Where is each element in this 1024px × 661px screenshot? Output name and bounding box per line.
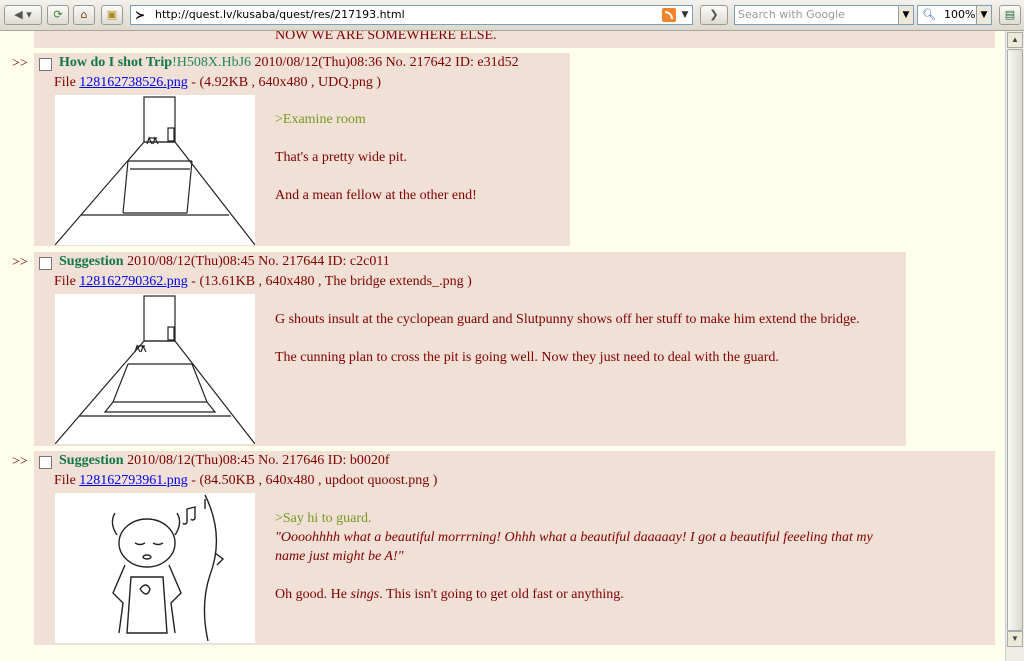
file-link[interactable]: 128162738526.png	[79, 75, 188, 90]
url-dropdown-icon[interactable]: ▼	[678, 6, 692, 24]
reply-arrows: >>	[12, 255, 28, 270]
search-placeholder: Search with Google	[738, 8, 845, 21]
post-217644: Suggestion 2010/08/12(Thu)08:45 No. 2176…	[34, 252, 906, 446]
post-header: Suggestion 2010/08/12(Thu)08:45 No. 2176…	[59, 453, 390, 469]
page-content: NOW WE ARE SOMEWHERE ELSE. >> How do I s…	[0, 31, 1005, 661]
post-body: G shouts insult at the cyclopean guard a…	[275, 310, 900, 367]
search-engine-dropdown-icon[interactable]: ▼	[898, 6, 913, 24]
file-link[interactable]: 128162790362.png	[79, 274, 188, 289]
file-prefix: File	[54, 75, 76, 90]
zoom-level: 100%	[944, 8, 976, 21]
file-info-line: File 128162793961.png - (84.50KB , 640x4…	[54, 473, 437, 489]
body-text: Oh good. He	[275, 587, 351, 602]
body-line: That's a pretty wide pit.	[275, 150, 407, 165]
post-217642: How do I shot Trip!H508X.HbJ6 2010/08/12…	[34, 53, 570, 246]
poster-name: Suggestion	[59, 453, 124, 468]
body-text: . This isn't going to get old fast or an…	[379, 587, 624, 602]
zoom-dropdown-icon[interactable]: ▼	[976, 6, 991, 24]
body-line: G shouts insult at the cyclopean guard a…	[275, 312, 860, 327]
poster-name: Suggestion	[59, 254, 124, 269]
post-meta: 2010/08/12(Thu)08:45 No. 217646 ID: b002…	[127, 453, 390, 468]
previous-post-text: NOW WE ARE SOMEWHERE ELSE.	[275, 31, 497, 43]
url-bar[interactable]: ≻ http://quest.lv/kusaba/quest/res/21719…	[130, 5, 693, 25]
lock-button[interactable]: ▣	[101, 5, 123, 25]
scrollbar-thumb[interactable]	[1007, 49, 1023, 631]
file-info: - (13.61KB , 640x480 , The bridge extend…	[191, 274, 472, 289]
post-header: Suggestion 2010/08/12(Thu)08:45 No. 2176…	[59, 254, 390, 270]
url-text: http://quest.lv/kusaba/quest/res/217193.…	[155, 8, 405, 21]
file-info-line: File 128162738526.png - (4.92KB , 640x48…	[54, 75, 381, 91]
scroll-down-arrow-icon[interactable]: ▼	[1007, 631, 1023, 647]
post-body: >Say hi to guard. "Oooohhhh what a beaut…	[275, 509, 980, 604]
previous-post-tail: NOW WE ARE SOMEWHERE ELSE.	[34, 31, 995, 48]
post-image-thumbnail[interactable]	[54, 95, 256, 246]
room-sketch	[54, 96, 256, 246]
file-info-line: File 128162790362.png - (13.61KB , 640x4…	[54, 274, 472, 290]
tripcode: !H508X.HbJ6	[172, 55, 252, 70]
greentext-line: >Examine room	[275, 112, 366, 127]
zoom-magnifier-icon: 🔍︎	[922, 8, 936, 21]
sidebar-button[interactable]: ▤	[999, 5, 1021, 25]
body-line: The cunning plan to cross the pit is goi…	[275, 350, 779, 365]
singing-guard-sketch	[111, 494, 225, 642]
song-line: name just might be A!"	[275, 549, 404, 564]
vertical-scrollbar[interactable]: ▲ ▼	[1005, 31, 1024, 661]
zoom-control[interactable]: 🔍︎ 100% ▼	[917, 5, 992, 25]
file-info: - (4.92KB , 640x480 , UDQ.png )	[191, 75, 382, 90]
home-icon: ⌂	[80, 8, 88, 21]
post-select-checkbox[interactable]	[39, 58, 52, 71]
file-prefix: File	[54, 274, 76, 289]
emphasis-text: sings	[350, 587, 380, 602]
greentext-line: >Say hi to guard.	[275, 511, 372, 526]
home-button[interactable]: ⌂	[73, 5, 95, 25]
go-button[interactable]: ❯	[700, 5, 728, 25]
song-line: "Oooohhhh what a beautiful morrrning! Oh…	[275, 530, 873, 545]
post-217646: Suggestion 2010/08/12(Thu)08:45 No. 2176…	[34, 451, 995, 645]
body-line: Oh good. He sings. This isn't going to g…	[275, 585, 980, 604]
reload-icon: ⟳	[53, 8, 63, 21]
post-select-checkbox[interactable]	[39, 456, 52, 469]
file-info: - (84.50KB , 640x480 , updoot quoost.png…	[191, 473, 438, 488]
sidebar-icon: ▤	[1004, 8, 1016, 21]
scroll-up-arrow-icon[interactable]: ▲	[1007, 32, 1023, 48]
post-select-checkbox[interactable]	[39, 257, 52, 270]
post-image-thumbnail[interactable]	[55, 493, 255, 643]
post-meta: 2010/08/12(Thu)08:45 No. 217644 ID: c2c0…	[127, 254, 390, 269]
back-button[interactable]: ◀ ▾	[4, 5, 42, 25]
file-prefix: File	[54, 473, 76, 488]
reply-arrows: >>	[12, 56, 28, 71]
post-body: >Examine room That's a pretty wide pit. …	[275, 110, 565, 205]
body-line: And a mean fellow at the other end!	[275, 188, 477, 203]
rss-feed-icon[interactable]	[662, 8, 676, 22]
search-input[interactable]: Search with Google ▼	[734, 5, 914, 25]
poster-name: How do I shot Trip	[59, 55, 173, 70]
lock-icon: ▣	[106, 8, 118, 21]
reload-button[interactable]: ⟳	[47, 5, 69, 25]
post-meta: 2010/08/12(Thu)08:36 No. 217642 ID: e31d…	[254, 55, 519, 70]
back-arrow-icon: ◀ ▾	[14, 8, 32, 21]
reply-arrows: >>	[12, 454, 28, 469]
site-identity-icon: ≻	[135, 8, 146, 22]
file-link[interactable]: 128162793961.png	[79, 473, 188, 488]
go-arrow-icon: ❯	[709, 8, 719, 21]
browser-toolbar: ◀ ▾ ⟳ ⌂ ▣ ≻ http://quest.lv/kusaba/quest…	[0, 0, 1024, 31]
post-image-thumbnail[interactable]	[54, 294, 256, 445]
post-header: How do I shot Trip!H508X.HbJ6 2010/08/12…	[59, 55, 519, 71]
bridge-sketch	[54, 295, 256, 445]
